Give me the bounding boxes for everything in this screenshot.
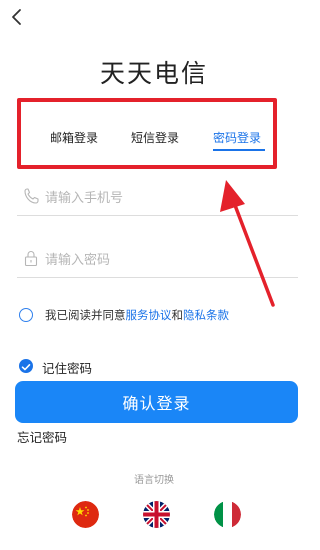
forgot-password-link[interactable]: 忘记密码: [17, 427, 67, 446]
password-placeholder: 请输入密码: [45, 253, 111, 268]
language-switch-label: 语言切换: [134, 475, 174, 486]
lock-icon: [23, 249, 39, 267]
phone-input[interactable]: 请输入手机号: [17, 176, 298, 216]
annotation-box: [17, 98, 277, 169]
agreement-radio[interactable]: [19, 308, 33, 322]
page-title: 天天电信: [99, 59, 208, 88]
back-icon[interactable]: [7, 6, 27, 28]
agreement-text: 我已阅读并同意服务协议和隐私条款: [45, 307, 229, 323]
password-underline: [17, 277, 298, 278]
phone-placeholder: 请输入手机号: [45, 191, 124, 206]
phone-underline: [17, 215, 298, 216]
password-input[interactable]: 请输入密码: [17, 238, 298, 278]
privacy-policy-link[interactable]: 隐私条款: [183, 308, 229, 322]
remember-password-checkbox[interactable]: [19, 359, 33, 373]
confirm-login-button[interactable]: 确认登录: [15, 381, 298, 423]
china-flag-icon[interactable]: [72, 501, 99, 528]
italy-flag-icon[interactable]: [214, 501, 241, 528]
remember-password-label: 记住密码: [42, 361, 93, 376]
agreement-and: 和: [171, 308, 184, 322]
phone-icon: [23, 187, 39, 205]
agreement-prefix: 我已阅读并同意: [45, 308, 126, 322]
uk-flag-icon[interactable]: [143, 501, 170, 528]
service-agreement-link[interactable]: 服务协议: [126, 308, 172, 322]
